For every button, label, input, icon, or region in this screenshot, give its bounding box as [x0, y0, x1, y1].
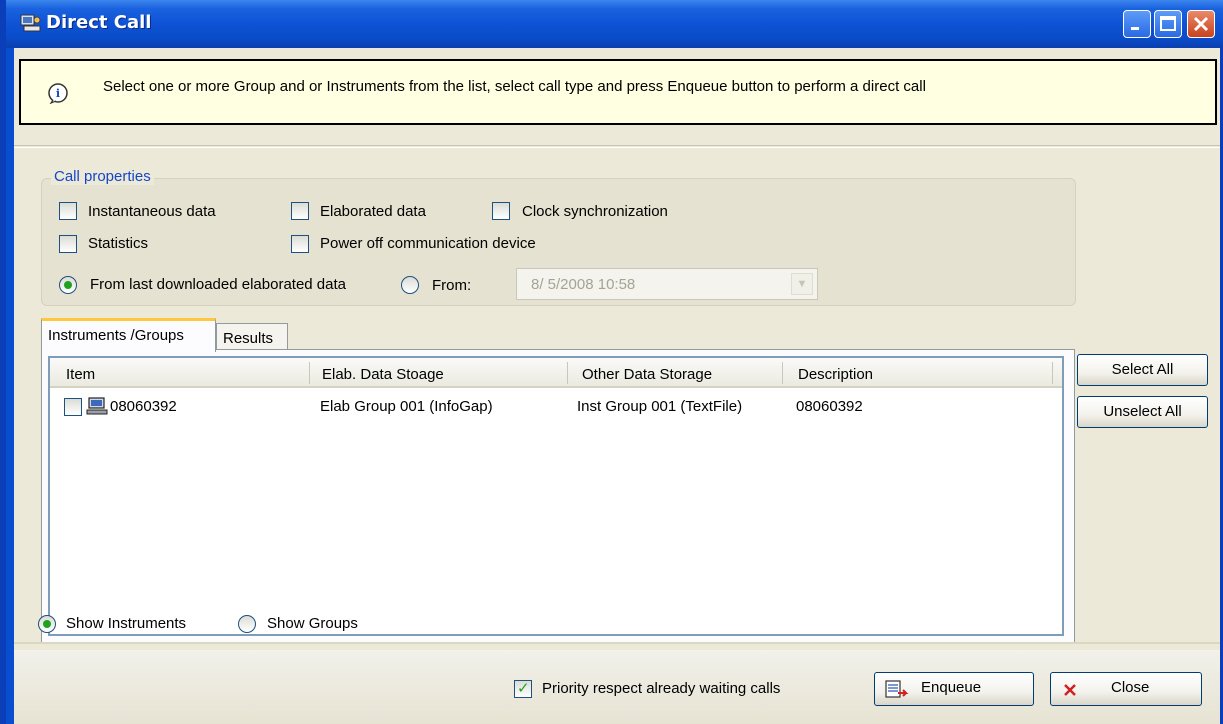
row-elab-storage: Elab Group 001 (InfoGap)	[320, 398, 493, 415]
instruments-list[interactable]: Item Elab. Data Stoage Other Data Storag…	[48, 356, 1064, 636]
column-header-elab-storage[interactable]: Elab. Data Stoage	[322, 366, 444, 383]
from-date-label: From:	[432, 277, 472, 294]
minimize-icon	[1131, 27, 1139, 30]
list-header: Item Elab. Data Stoage Other Data Storag…	[50, 358, 1062, 388]
info-banner: i Select one or more Group and or Instru…	[19, 59, 1217, 125]
column-header-description[interactable]: Description	[798, 366, 873, 383]
show-groups-label: Show Groups	[267, 615, 358, 632]
column-divider[interactable]	[1052, 362, 1053, 384]
clock-synchronization-checkbox[interactable]	[492, 202, 510, 220]
instantaneous-data-checkbox[interactable]	[59, 202, 77, 220]
dialog-client-area: i Select one or more Group and or Instru…	[14, 48, 1220, 724]
power-off-device-label: Power off communication device	[320, 235, 536, 252]
unselect-all-button[interactable]: Unselect All	[1077, 396, 1208, 428]
footer-separator	[14, 642, 1220, 646]
from-date-value: 8/ 5/2008 10:58	[531, 276, 636, 293]
statistics-label: Statistics	[88, 235, 149, 252]
instantaneous-data-label: Instantaneous data	[88, 203, 216, 220]
call-properties-legend: Call properties	[51, 168, 154, 185]
elaborated-data-checkbox[interactable]	[291, 202, 309, 220]
separator	[14, 145, 1220, 148]
tab-instruments-groups[interactable]: Instruments /Groups	[41, 318, 216, 352]
tab-results-label: Results	[223, 330, 274, 347]
row-item[interactable]: 08060392	[110, 398, 177, 415]
info-text: Select one or more Group and or Instrume…	[103, 78, 926, 95]
minimize-button[interactable]	[1123, 10, 1151, 38]
enqueue-label: Enqueue	[921, 679, 982, 696]
chevron-down-icon[interactable]: ▼	[791, 273, 813, 295]
select-all-button[interactable]: Select All	[1077, 354, 1208, 386]
elaborated-data-label: Elaborated data	[320, 203, 426, 220]
app-icon	[20, 14, 41, 32]
maximize-button[interactable]	[1154, 10, 1182, 38]
from-date-radio[interactable]	[401, 276, 419, 294]
maximize-icon	[1160, 16, 1176, 31]
close-icon	[1193, 16, 1209, 32]
show-instruments-radio[interactable]	[38, 615, 56, 633]
instrument-icon	[86, 397, 108, 415]
row-description: 08060392	[796, 398, 863, 415]
checkmark-icon: ✓	[517, 680, 530, 697]
svg-text:i: i	[56, 87, 60, 100]
direct-call-window: Direct Call i Select one or more Group a…	[0, 0, 1223, 724]
column-divider[interactable]	[782, 362, 783, 384]
close-window-button[interactable]	[1187, 10, 1215, 38]
from-last-downloaded-label: From last downloaded elaborated data	[90, 276, 346, 293]
enqueue-icon	[885, 680, 909, 698]
window-title: Direct Call	[46, 12, 152, 33]
show-instruments-label: Show Instruments	[66, 615, 187, 632]
column-divider[interactable]	[567, 362, 568, 384]
radio-selected-dot	[43, 620, 51, 628]
clock-synchronization-label: Clock synchronization	[522, 203, 668, 220]
close-x-icon	[1064, 684, 1076, 696]
power-off-device-checkbox[interactable]	[291, 235, 309, 253]
row-other-storage: Inst Group 001 (TextFile)	[577, 398, 743, 415]
close-label: Close	[1111, 679, 1150, 696]
enqueue-button[interactable]: Enqueue	[874, 672, 1034, 706]
column-header-item[interactable]: Item	[66, 366, 95, 383]
row-checkbox[interactable]	[64, 398, 82, 416]
column-divider[interactable]	[309, 362, 310, 384]
column-header-other-storage[interactable]: Other Data Storage	[582, 366, 712, 383]
from-date-picker[interactable]: 8/ 5/2008 10:58 ▼	[516, 268, 818, 300]
show-groups-radio[interactable]	[238, 615, 256, 633]
radio-selected-dot	[64, 281, 72, 289]
tab-instruments-groups-label: Instruments /Groups	[48, 327, 184, 344]
priority-label: Priority respect already waiting calls	[542, 680, 781, 697]
title-bar[interactable]: Direct Call	[6, 0, 1223, 48]
priority-checkbox[interactable]: ✓	[514, 680, 532, 698]
info-icon: i	[48, 83, 68, 104]
from-last-downloaded-radio[interactable]	[59, 276, 77, 294]
statistics-checkbox[interactable]	[59, 235, 77, 253]
close-button[interactable]: Close	[1050, 672, 1202, 706]
